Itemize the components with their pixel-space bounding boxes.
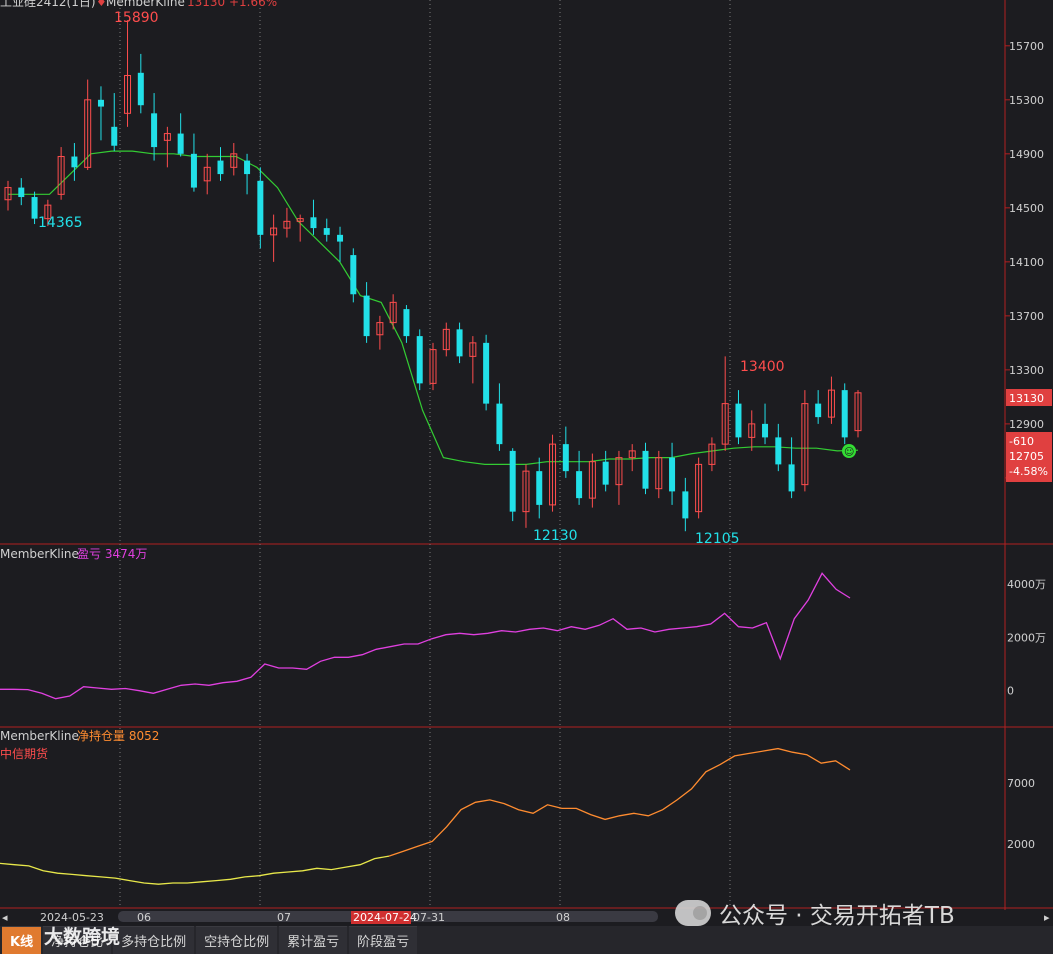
candle-body [71, 156, 78, 168]
pnl-tick-label: 0 [1007, 685, 1014, 698]
tab-period-pnl[interactable]: 阶段盈亏 [349, 926, 418, 954]
candle-body [257, 180, 264, 235]
chart-canvas[interactable]: 1250012900133001370014100145001490015300… [0, 0, 1053, 926]
price-tick-label: 13700 [1009, 310, 1044, 323]
candle-body [509, 450, 516, 512]
candle-body [536, 471, 543, 505]
candle-body [217, 160, 224, 175]
side-info-tag-text: -4.58% [1009, 465, 1048, 478]
recent-high-marker: 13400 [740, 359, 785, 375]
net-position-value: 净持仓量 8052 [77, 728, 159, 743]
side-info-tag-text: -610 [1009, 435, 1034, 448]
candle-body [483, 342, 490, 404]
watermark-secondary: 大数跨境 [44, 926, 121, 948]
candle-body [496, 403, 503, 445]
chart-background [0, 0, 1053, 926]
low-marker: 14365 [38, 215, 83, 231]
candle-body [111, 126, 118, 146]
x-tick-label: 08 [556, 911, 570, 924]
candle-body [310, 217, 317, 229]
price-tick-label: 14900 [1009, 148, 1044, 161]
smiley-icon-face: ☺ [844, 447, 854, 458]
candle-body [363, 295, 370, 337]
price-tick-label: 15700 [1009, 40, 1044, 53]
chart-window: 1250012900133001370014100145001490015300… [0, 0, 1053, 954]
pnl-tick-label: 2000万 [1007, 631, 1046, 644]
candle-body [642, 450, 649, 489]
tab-long-position-ratio[interactable]: 多持仓比例 [113, 926, 195, 954]
net-position-panel-title: MemberKline [0, 729, 79, 743]
pnl-panel-title: MemberKline [0, 547, 79, 561]
net-position-tick-label: 2000 [1007, 838, 1035, 851]
candle-body [841, 390, 848, 438]
high-marker: 15890 [114, 10, 159, 26]
candle-body [403, 309, 410, 337]
pnl-tick-label: 4000万 [1007, 578, 1046, 591]
net-position-tick-label: 7000 [1007, 777, 1035, 790]
low-marker: 12130 [533, 528, 578, 544]
pnl-panel-subtitle: 盈亏 3474万 [77, 547, 147, 561]
tab-short-position-ratio[interactable]: 空持仓比例 [196, 926, 278, 954]
tab-cumulative-pnl[interactable]: 累计盈亏 [279, 926, 348, 954]
candle-body [18, 187, 25, 198]
candle-body [682, 491, 689, 519]
candle-body [775, 437, 782, 465]
candle-body [137, 72, 144, 106]
net-position-subtitle: 中信期货 [0, 746, 48, 761]
indicator-tab-bar: K线 净持仓比 多持仓比例 空持仓比例 累计盈亏 阶段盈亏 [0, 926, 1053, 954]
scroll-right-icon: ▸ [1044, 911, 1050, 924]
wechat-icon [675, 900, 711, 926]
candle-body [244, 160, 251, 175]
x-tick-label: 06 [137, 911, 151, 924]
candle-body [416, 336, 423, 384]
candle-body [815, 403, 822, 418]
price-tick-label: 12900 [1009, 418, 1044, 431]
scroll-left-icon: ◂ [2, 911, 8, 924]
watermark: 公众号 · 交易开拓者TB [675, 896, 955, 930]
price-tick-label: 14100 [1009, 256, 1044, 269]
candle-body [735, 403, 742, 438]
last-price-tag-text: 13130 [1009, 392, 1044, 405]
candle-body [350, 255, 357, 295]
candle-body [762, 423, 769, 438]
x-tick-label: 07 [277, 911, 291, 924]
indicator-name: MemberKline [106, 0, 185, 9]
candle-body [97, 99, 104, 107]
side-info-tag-text: 12705 [1009, 450, 1044, 463]
price-tick-label: 14500 [1009, 202, 1044, 215]
candle-body [788, 464, 795, 492]
candle-body [576, 471, 583, 499]
crosshair-date-label: 2024-07-24 [353, 911, 417, 924]
tab-kline[interactable]: K线 [2, 926, 42, 954]
candle-body [323, 228, 330, 235]
symbol-title: 工业硅2412(1日) [0, 0, 96, 9]
watermark-text: 公众号 · 交易开拓者TB [719, 903, 955, 929]
header-last-price: 13130 +1.66% [187, 0, 277, 9]
candle-body [337, 234, 344, 242]
candle-body [562, 444, 569, 472]
candle-body [151, 113, 158, 148]
candle-body [669, 457, 676, 492]
price-tick-label: 13300 [1009, 364, 1044, 377]
candle-body [602, 461, 609, 485]
candle-body [190, 153, 197, 188]
candle-body [456, 329, 463, 357]
candle-body [177, 133, 184, 154]
price-tick-label: 15300 [1009, 94, 1044, 107]
low-marker: 12105 [695, 531, 740, 547]
candle-body [31, 197, 38, 219]
x-tick-label: 07-31 [413, 911, 445, 924]
